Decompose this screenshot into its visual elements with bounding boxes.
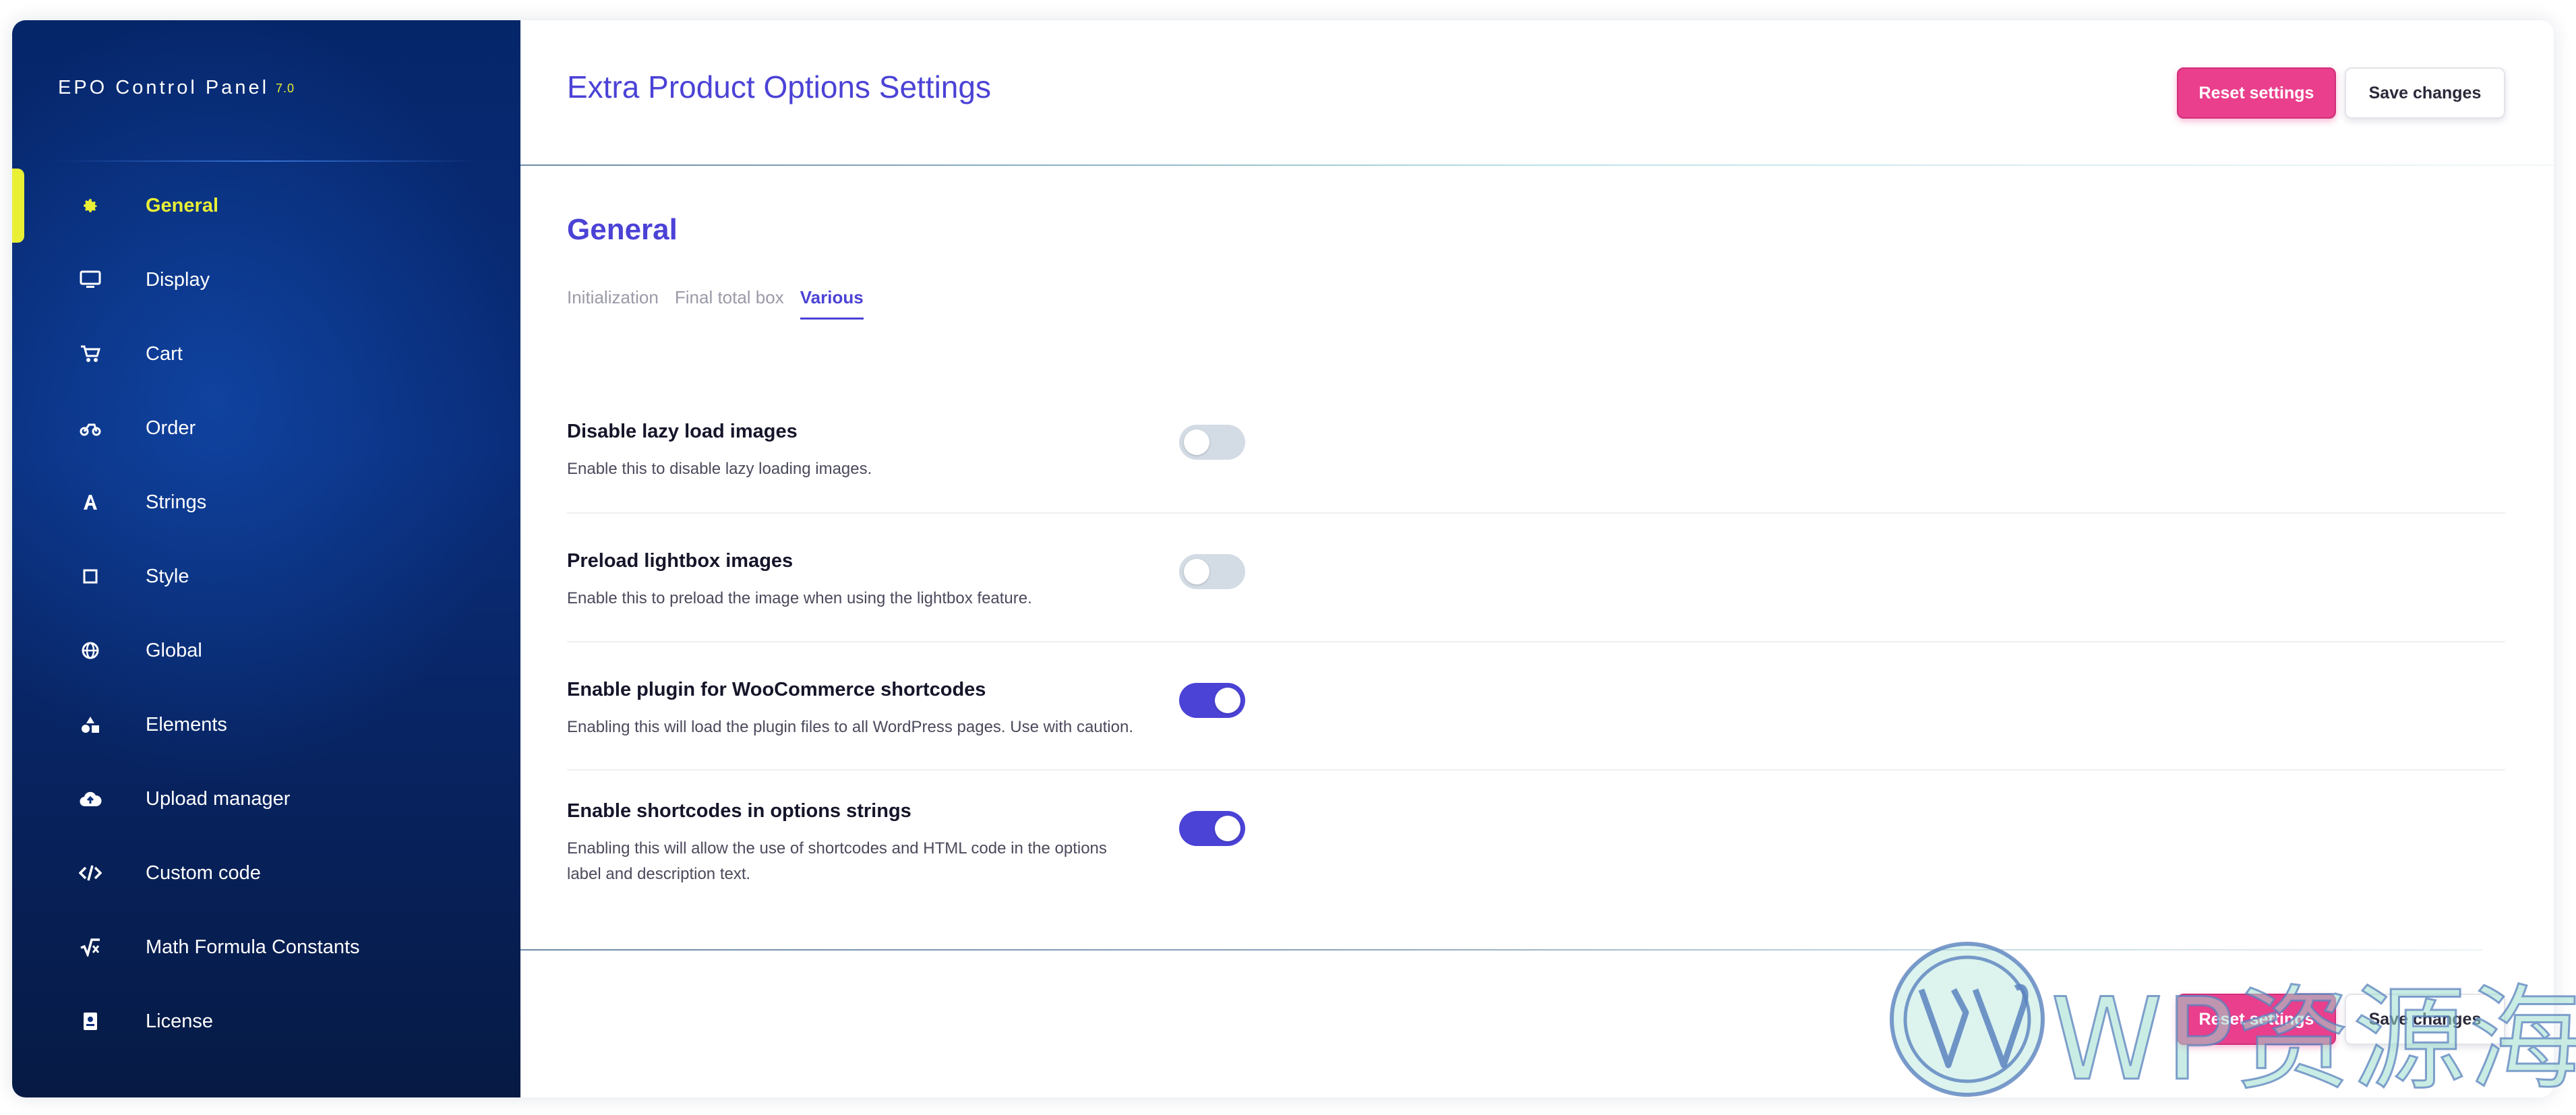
setting-description: Enabling this will allow the use of shor… xyxy=(567,836,2505,887)
sidebar-item-license[interactable]: License xyxy=(12,984,520,1058)
sidebar-item-upload-manager[interactable]: Upload manager xyxy=(12,762,520,836)
sidebar: EPO Control Panel 7.0 General Display Ca… xyxy=(12,20,520,1097)
version-badge: 7.0 xyxy=(276,82,295,95)
brand-title: EPO Control Panel xyxy=(58,77,270,98)
font-icon xyxy=(70,489,111,516)
sidebar-item-general[interactable]: General xyxy=(12,169,520,243)
watermark: WP资源海 xyxy=(1874,930,2576,1112)
id-card-icon xyxy=(70,1008,111,1035)
preload-lightbox-toggle[interactable] xyxy=(1179,554,1245,589)
section-title: General xyxy=(567,213,678,246)
sidebar-item-label: Order xyxy=(146,417,196,439)
setting-row: Disable lazy load images Enable this to … xyxy=(567,384,2505,514)
sidebar-item-custom-code[interactable]: Custom code xyxy=(12,836,520,910)
sidebar-item-label: Cart xyxy=(146,342,183,365)
gear-icon xyxy=(70,192,111,219)
square-icon xyxy=(70,563,111,590)
globe-icon xyxy=(70,637,111,664)
brand: EPO Control Panel 7.0 xyxy=(58,77,295,99)
setting-description-line: Enabling this will allow the use of shor… xyxy=(567,839,1107,857)
setting-row: Preload lightbox images Enable this to p… xyxy=(567,514,2505,642)
header-divider xyxy=(520,164,2554,166)
sidebar-item-global[interactable]: Global xyxy=(12,613,520,688)
setting-title: Disable lazy load images xyxy=(567,421,798,442)
reset-settings-button[interactable]: Reset settings xyxy=(2177,67,2336,119)
toggle-knob xyxy=(1184,429,1209,455)
sidebar-item-label: Strings xyxy=(146,491,207,513)
sidebar-item-label: Elements xyxy=(146,713,227,735)
wordpress-logo-icon xyxy=(1890,942,2045,1097)
tab-final-total-box[interactable]: Final total box xyxy=(675,287,784,320)
settings-list: Disable lazy load images Enable this to … xyxy=(567,384,2505,892)
sidebar-item-label: License xyxy=(146,1010,213,1032)
sidebar-item-label: Upload manager xyxy=(146,787,291,810)
setting-title: Enable shortcodes in options strings xyxy=(567,800,911,822)
shapes-icon xyxy=(70,711,111,738)
sidebar-item-style[interactable]: Style xyxy=(12,539,520,613)
sidebar-divider xyxy=(53,160,480,162)
page-title: Extra Product Options Settings xyxy=(567,69,991,104)
order-icon xyxy=(70,415,111,442)
sidebar-item-label: Display xyxy=(146,268,210,291)
save-changes-button[interactable]: Save changes xyxy=(2345,67,2505,119)
setting-description-line: label and description text. xyxy=(567,865,751,883)
sidebar-nav: General Display Cart Order Strings Style… xyxy=(12,169,520,1058)
sidebar-item-order[interactable]: Order xyxy=(12,391,520,465)
setting-title: Enable plugin for WooCommerce shortcodes xyxy=(567,679,986,700)
sidebar-item-math-formula-constants[interactable]: Math Formula Constants xyxy=(12,910,520,984)
toggle-knob xyxy=(1215,688,1240,713)
watermark-text: WP资源海 xyxy=(2049,973,2576,1107)
square-root-icon xyxy=(70,934,111,961)
sidebar-item-label: Style xyxy=(146,565,189,587)
sidebar-item-elements[interactable]: Elements xyxy=(12,688,520,762)
code-icon xyxy=(70,860,111,886)
options-strings-shortcodes-toggle[interactable] xyxy=(1179,811,1245,846)
toggle-knob xyxy=(1184,559,1209,584)
setting-title: Preload lightbox images xyxy=(567,550,793,572)
setting-description: Enable this to preload the image when us… xyxy=(567,589,1032,607)
setting-description: Enable this to disable lazy loading imag… xyxy=(567,460,872,478)
sidebar-item-strings[interactable]: Strings xyxy=(12,465,520,539)
tab-various[interactable]: Various xyxy=(800,287,864,320)
toggle-knob xyxy=(1215,816,1240,841)
sidebar-item-label: Global xyxy=(146,639,202,661)
setting-row: Enable plugin for WooCommerce shortcodes… xyxy=(567,642,2505,771)
setting-description: Enabling this will load the plugin files… xyxy=(567,718,1133,736)
monitor-icon xyxy=(70,266,111,293)
sidebar-item-cart[interactable]: Cart xyxy=(12,317,520,391)
lazy-load-toggle[interactable] xyxy=(1179,425,1245,460)
sidebar-item-label: Custom code xyxy=(146,862,261,884)
sidebar-item-label: Math Formula Constants xyxy=(146,936,360,958)
tab-initialization[interactable]: Initialization xyxy=(567,287,659,320)
section-tabs: Initialization Final total box Various xyxy=(567,287,864,320)
cart-icon xyxy=(70,340,111,367)
setting-row: Enable shortcodes in options strings Ena… xyxy=(567,771,2505,892)
woocommerce-shortcodes-toggle[interactable] xyxy=(1179,683,1245,718)
sidebar-item-label: General xyxy=(146,194,218,216)
cloud-upload-icon xyxy=(70,785,111,812)
sidebar-item-display[interactable]: Display xyxy=(12,243,520,317)
